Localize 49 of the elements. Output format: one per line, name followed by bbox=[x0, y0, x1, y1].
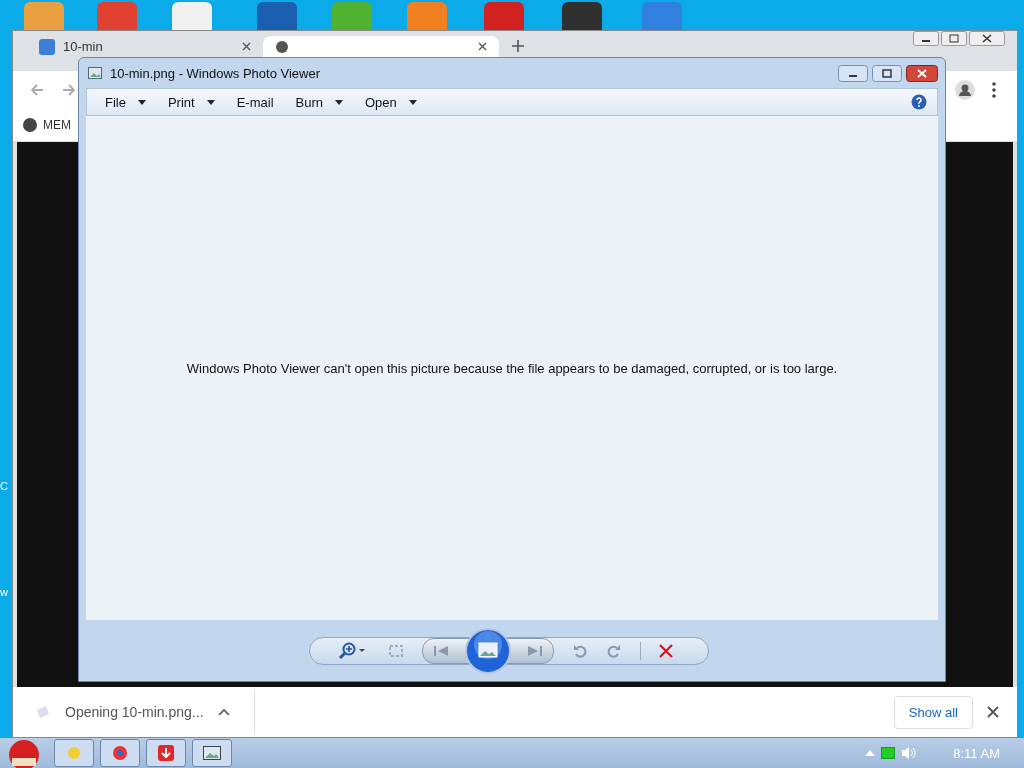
help-icon[interactable] bbox=[911, 94, 927, 110]
desktop-icon-label: w bbox=[0, 586, 8, 598]
browser-icon bbox=[112, 745, 128, 761]
taskbar-button[interactable] bbox=[100, 739, 140, 767]
taskbar-button[interactable] bbox=[146, 739, 186, 767]
next-icon[interactable] bbox=[527, 644, 543, 657]
maximize-icon[interactable] bbox=[872, 64, 902, 82]
close-icon[interactable] bbox=[969, 31, 1005, 46]
menu-item[interactable]: E-mail bbox=[236, 94, 274, 110]
delete-icon[interactable] bbox=[659, 643, 673, 658]
photo-icon bbox=[203, 746, 221, 760]
sun-icon bbox=[66, 745, 82, 761]
menu-icon[interactable] bbox=[991, 82, 997, 98]
new-tab-icon[interactable] bbox=[511, 39, 525, 53]
previous-icon[interactable] bbox=[433, 644, 449, 657]
desktop-icon-label: C bbox=[0, 480, 8, 492]
rotate-left-icon[interactable] bbox=[572, 642, 588, 659]
slideshow-button[interactable] bbox=[465, 627, 511, 674]
menu-item[interactable]: Print bbox=[167, 94, 215, 110]
show-all-button[interactable]: Show all bbox=[893, 695, 973, 729]
close-icon[interactable] bbox=[906, 64, 938, 82]
close-icon[interactable] bbox=[478, 42, 487, 51]
close-icon[interactable] bbox=[987, 706, 999, 718]
forward-icon[interactable] bbox=[61, 82, 77, 98]
zoom-icon[interactable] bbox=[338, 641, 366, 660]
globe-icon bbox=[23, 118, 37, 132]
download-icon bbox=[158, 745, 174, 761]
browser-tab[interactable] bbox=[263, 36, 499, 57]
minimize-icon[interactable] bbox=[838, 64, 868, 82]
taskbar-button[interactable] bbox=[192, 739, 232, 767]
download-item[interactable]: Opening 10-min.png... bbox=[65, 704, 204, 720]
error-message: Windows Photo Viewer can't open this picture because the file appears to be damaged, corrupted, or is too large. bbox=[186, 360, 838, 376]
photo-icon bbox=[88, 67, 102, 79]
minimize-icon[interactable] bbox=[913, 31, 939, 46]
window-title: 10-min.png - Windows Photo Viewer bbox=[110, 65, 321, 81]
site-icon bbox=[39, 38, 55, 55]
menu-item[interactable]: File bbox=[105, 94, 146, 110]
bookmark[interactable]: MEM bbox=[43, 118, 71, 132]
app-icon[interactable] bbox=[560, 0, 604, 32]
close-icon[interactable] bbox=[242, 42, 251, 51]
menu-item[interactable]: Open bbox=[365, 94, 417, 110]
app-icon[interactable] bbox=[255, 0, 299, 32]
back-icon[interactable] bbox=[29, 82, 45, 98]
profile-icon[interactable] bbox=[955, 80, 975, 100]
file-icon bbox=[35, 704, 51, 720]
browser-tab[interactable]: 10-min bbox=[27, 36, 263, 57]
caret-icon[interactable] bbox=[217, 708, 230, 716]
globe-icon bbox=[275, 39, 289, 54]
menu-item[interactable]: Burn bbox=[295, 94, 343, 110]
